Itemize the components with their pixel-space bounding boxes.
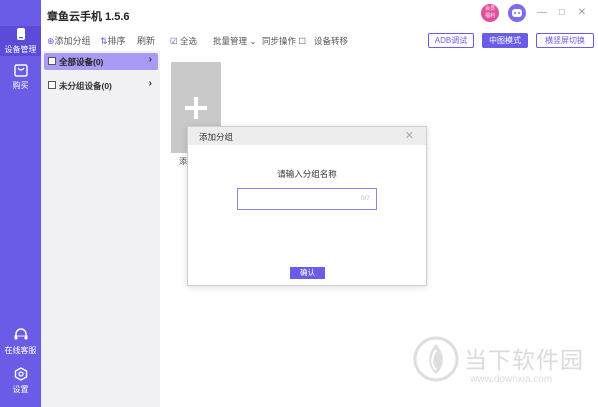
rail-item-label: 在线客服 (4, 346, 37, 355)
checkbox-icon: ☐ (298, 36, 307, 46)
vip-badge-text-bottom: 福利 (484, 13, 495, 19)
group-list: 全部设备(0) › 未分组设备(0) › (41, 51, 160, 407)
checkbox[interactable] (48, 57, 56, 65)
dialog-title: 添加分组 (199, 132, 234, 142)
watermark: 当下软件园 www.downxia.com (410, 333, 595, 393)
headset-icon (14, 328, 27, 340)
adb-debug-button[interactable]: ADB调试 (428, 33, 474, 48)
rail-item-label: 购买 (12, 81, 29, 90)
add-group-label: 添加分组 (54, 36, 91, 46)
select-all-label: 全选 (180, 36, 198, 46)
char-counter: 0/7 (360, 195, 370, 202)
dialog-prompt: 请输入分组名称 (277, 169, 337, 179)
add-device-label: 添 (179, 157, 187, 166)
robot-avatar-icon (512, 9, 522, 17)
sort-icon: ⇅ (100, 36, 108, 46)
add-group-dialog: 添加分组 ✕ 请输入分组名称 0/7 确认 (187, 126, 427, 286)
app-title: 章鱼云手机 1.5.6 (47, 11, 130, 23)
shop-icon (13, 64, 28, 77)
phone-device-icon (16, 28, 25, 40)
title-bar: 章鱼云手机 1.5.6 会员 福利 — □ ✕ (41, 0, 598, 27)
select-all-checkbox[interactable]: ☑ 全选 (170, 35, 197, 47)
batch-manage-label: 批量管理 (213, 36, 248, 46)
group-label: 未分组设备(0) (59, 81, 112, 91)
close-button[interactable]: ✕ (576, 7, 588, 19)
rail-item-buy[interactable]: 购买 (0, 64, 41, 92)
watermark-text: 当下软件园 (464, 348, 584, 374)
add-group-button[interactable]: ⊕添加分组 (47, 34, 91, 47)
watermark-logo-icon (413, 336, 459, 382)
user-avatar[interactable] (508, 4, 526, 22)
group-label: 全部设备(0) (59, 57, 104, 67)
group-item-all-devices[interactable]: 全部设备(0) › (44, 53, 158, 70)
group-item-ungrouped[interactable]: 未分组设备(0) › (44, 77, 158, 94)
watermark-url: www.downxia.com (470, 374, 553, 385)
sort-button[interactable]: ⇅排序 (100, 34, 126, 47)
minimize-button[interactable]: — (536, 7, 548, 19)
medium-view-button[interactable]: 中图模式 (482, 33, 528, 48)
maximize-button[interactable]: □ (556, 7, 568, 19)
rail-item-label: 设备管理 (4, 45, 37, 54)
rail-item-online-service[interactable]: 在线客服 (0, 328, 41, 356)
sort-label: 排序 (107, 36, 126, 46)
sync-ops-toggle[interactable]: 同步操作 ☐ (262, 35, 306, 47)
dialog-header: 添加分组 ✕ (188, 127, 426, 145)
orientation-switch-button[interactable]: 横竖屏切换 (536, 33, 594, 48)
group-name-field[interactable]: 0/7 (237, 188, 377, 210)
transfer-device-button[interactable]: 设备转移 (314, 35, 348, 47)
group-toolbar: ⊕添加分组 ⇅排序 刷新 (41, 27, 160, 51)
sync-ops-label: 同步操作 (262, 36, 297, 46)
checkbox[interactable] (48, 81, 56, 89)
chevron-down-icon: ⌄ (249, 36, 257, 46)
rail-item-label: 设置 (12, 385, 29, 394)
close-icon[interactable]: ✕ (405, 129, 414, 142)
rail-item-settings[interactable]: 设置 (0, 367, 41, 395)
gear-icon (14, 367, 27, 381)
batch-manage-dropdown[interactable]: 批量管理 ⌄ (213, 35, 257, 47)
refresh-button[interactable]: 刷新 (137, 34, 155, 47)
vip-badge[interactable]: 会员 福利 (481, 4, 499, 22)
vip-badge-text-top: 会员 (484, 6, 495, 12)
chevron-right-icon: › (148, 78, 152, 89)
confirm-button[interactable]: 确认 (290, 267, 325, 279)
chevron-right-icon: › (148, 54, 152, 65)
left-rail: 设备管理 购买 在线客服 设置 (0, 0, 41, 407)
plus-icon-bar (194, 97, 198, 119)
device-toolbar: ☑ 全选 批量管理 ⌄ 同步操作 ☐ 设备转移 ADB调试 中图模式 横竖屏切换 (160, 27, 598, 51)
group-name-input[interactable] (242, 190, 352, 208)
rail-item-device-management[interactable]: 设备管理 (0, 26, 41, 56)
plus-circle-icon: ⊕ (47, 36, 55, 46)
checkbox-checked-icon: ☑ (170, 36, 178, 46)
